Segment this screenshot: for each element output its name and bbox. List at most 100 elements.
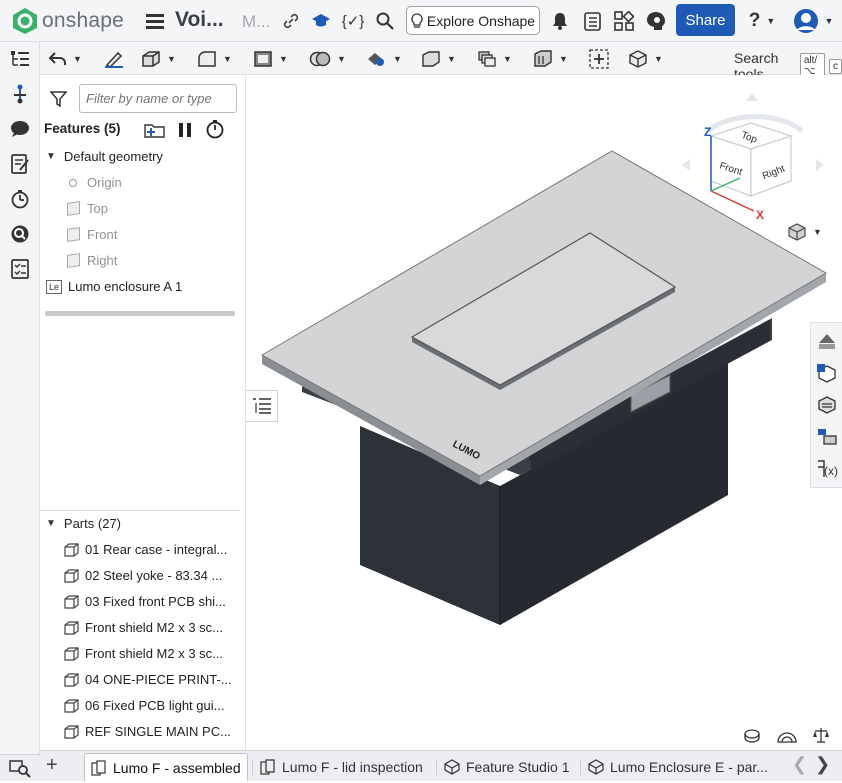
feature-list-icon[interactable]: [9, 48, 31, 70]
part-icon: [64, 672, 79, 687]
filter-icon[interactable]: [49, 91, 68, 112]
history-icon[interactable]: [9, 188, 31, 210]
link-icon[interactable]: [281, 11, 301, 31]
view-options-button[interactable]: ▼: [628, 47, 663, 71]
app-name: onshape: [42, 9, 124, 32]
add-tab-button[interactable]: +: [46, 754, 58, 777]
extrude-button[interactable]: ▼: [141, 47, 176, 71]
part-row[interactable]: 01 Rear case - integral...: [64, 542, 227, 557]
extrude-icon: [142, 51, 160, 67]
part-label: 02 Steel yoke - 83.34 ...: [85, 568, 223, 583]
pause-icon[interactable]: [178, 122, 192, 143]
search-tabs-icon[interactable]: [9, 758, 31, 783]
plane-row[interactable]: Front: [67, 227, 117, 242]
plane-row[interactable]: Top: [67, 201, 108, 216]
new-folder-icon[interactable]: [144, 121, 166, 144]
part-row[interactable]: REF SINGLE MAIN PC...: [64, 724, 231, 739]
mate-button[interactable]: [589, 47, 609, 71]
user-menu[interactable]: ▼: [790, 8, 836, 34]
feature-row[interactable]: Le Lumo enclosure A 1: [46, 279, 182, 294]
top-bar: onshape Voi... M... {✓} Explore Onshape …: [0, 0, 842, 42]
part-row[interactable]: 06 Fixed PCB light gui...: [64, 698, 224, 713]
filter-input[interactable]: [79, 84, 237, 113]
configurations-icon[interactable]: [815, 361, 839, 385]
sketch-button[interactable]: [104, 47, 124, 71]
part-label: 03 Fixed front PCB shi...: [85, 594, 226, 609]
section-view-icon[interactable]: [777, 729, 797, 748]
part-row[interactable]: 03 Fixed front PCB shi...: [64, 594, 226, 609]
view-cube[interactable]: Z X Top Front Right: [678, 91, 828, 231]
fillet-icon: [198, 51, 216, 67]
view-display-menu[interactable]: ▼: [787, 223, 822, 241]
variable-table-icon[interactable]: (x): [815, 457, 839, 481]
tab-part-studio[interactable]: Lumo Enclosure E - par...: [582, 753, 774, 781]
tasks-icon[interactable]: [581, 10, 603, 32]
default-geometry-row[interactable]: ▼ Default geometry: [46, 149, 163, 164]
assembly-icon: [260, 759, 275, 775]
tab-feature-studio[interactable]: Feature Studio 1: [438, 753, 576, 781]
comments-icon[interactable]: [9, 118, 31, 140]
notifications-icon[interactable]: [550, 11, 570, 31]
feature-label: Lumo enclosure A 1: [68, 279, 183, 294]
learning-icon[interactable]: [310, 10, 332, 32]
part-row[interactable]: Front shield M2 x 3 sc...: [64, 646, 223, 661]
horizontal-scrollbar[interactable]: [45, 311, 235, 316]
appearance-button[interactable]: ▼: [365, 47, 402, 71]
plane-icon: [67, 201, 80, 216]
graphics-viewport[interactable]: LUMO Z X Top Front Right ▼: [246, 75, 842, 754]
boolean-button[interactable]: ▼: [309, 47, 346, 71]
search-icon[interactable]: [374, 10, 396, 32]
parts-header-row[interactable]: ▼ Parts (27): [46, 516, 121, 531]
plane-row[interactable]: Right: [67, 253, 117, 268]
rollback-timer-icon[interactable]: [206, 120, 224, 144]
assembly-icon: [91, 759, 106, 776]
onshape-logo[interactable]: onshape: [12, 7, 124, 35]
help-menu[interactable]: ? ▼: [744, 9, 780, 33]
variable-icon[interactable]: {✓}: [342, 10, 365, 32]
part-row[interactable]: Front shield M2 x 3 sc...: [64, 620, 223, 635]
explode-icon[interactable]: [815, 425, 839, 449]
part-row[interactable]: 02 Steel yoke - 83.34 ...: [64, 568, 222, 583]
chevron-down-icon: ▼: [503, 54, 512, 64]
part-label: 06 Fixed PCB light gui...: [85, 698, 225, 713]
mass-properties-icon[interactable]: [813, 727, 829, 748]
notes-icon[interactable]: [9, 153, 31, 175]
appearance-panel-icon[interactable]: [815, 329, 839, 353]
panel-divider[interactable]: [40, 510, 240, 511]
chevron-left-icon[interactable]: ❮: [792, 754, 807, 775]
explore-onshape-button[interactable]: Explore Onshape: [406, 6, 540, 35]
document-title[interactable]: Voi...: [175, 8, 224, 32]
shell-button[interactable]: ▼: [253, 47, 288, 71]
checklist-icon[interactable]: [9, 258, 31, 280]
part-row[interactable]: 04 ONE-PIECE PRINT-...: [64, 672, 232, 687]
list-icon: [252, 398, 271, 414]
mate-connector-icon[interactable]: [9, 83, 31, 105]
share-button[interactable]: Share: [676, 4, 735, 36]
app-store-icon[interactable]: [613, 10, 635, 32]
chevron-down-icon: ▼: [46, 151, 56, 162]
origin-row[interactable]: Origin: [67, 175, 122, 190]
chevron-down-icon: ▼: [337, 54, 346, 64]
ai-advisor-icon[interactable]: [645, 10, 667, 32]
tab-assembly[interactable]: Lumo F - lid inspection: [254, 753, 429, 781]
measure-icon[interactable]: [743, 729, 761, 748]
fillet-button[interactable]: ▼: [197, 47, 232, 71]
bom-icon[interactable]: [815, 393, 839, 417]
features-header: Features (5): [44, 121, 121, 136]
tab-label: Lumo F - assembled: [113, 759, 241, 776]
feature-panel-toggle[interactable]: [246, 390, 278, 422]
inspect-icon[interactable]: [9, 223, 31, 245]
chevron-down-icon: ▼: [824, 16, 834, 26]
sheet-metal-button[interactable]: ▼: [533, 47, 568, 71]
pattern-button[interactable]: ▼: [477, 47, 512, 71]
tab-assembly[interactable]: Lumo F - assembled: [84, 753, 248, 781]
document-version[interactable]: M...: [242, 12, 270, 32]
chevron-down-icon: ▼: [73, 54, 82, 64]
plane-button[interactable]: ▼: [421, 47, 456, 71]
tab-label: Lumo Enclosure E - par...: [610, 759, 768, 775]
chevron-down-icon: ▼: [654, 54, 663, 64]
menu-icon[interactable]: [145, 11, 165, 31]
chevron-right-icon[interactable]: ❯: [815, 754, 830, 775]
right-tool-strip: (x): [810, 322, 842, 488]
undo-button[interactable]: ▼: [49, 47, 82, 71]
